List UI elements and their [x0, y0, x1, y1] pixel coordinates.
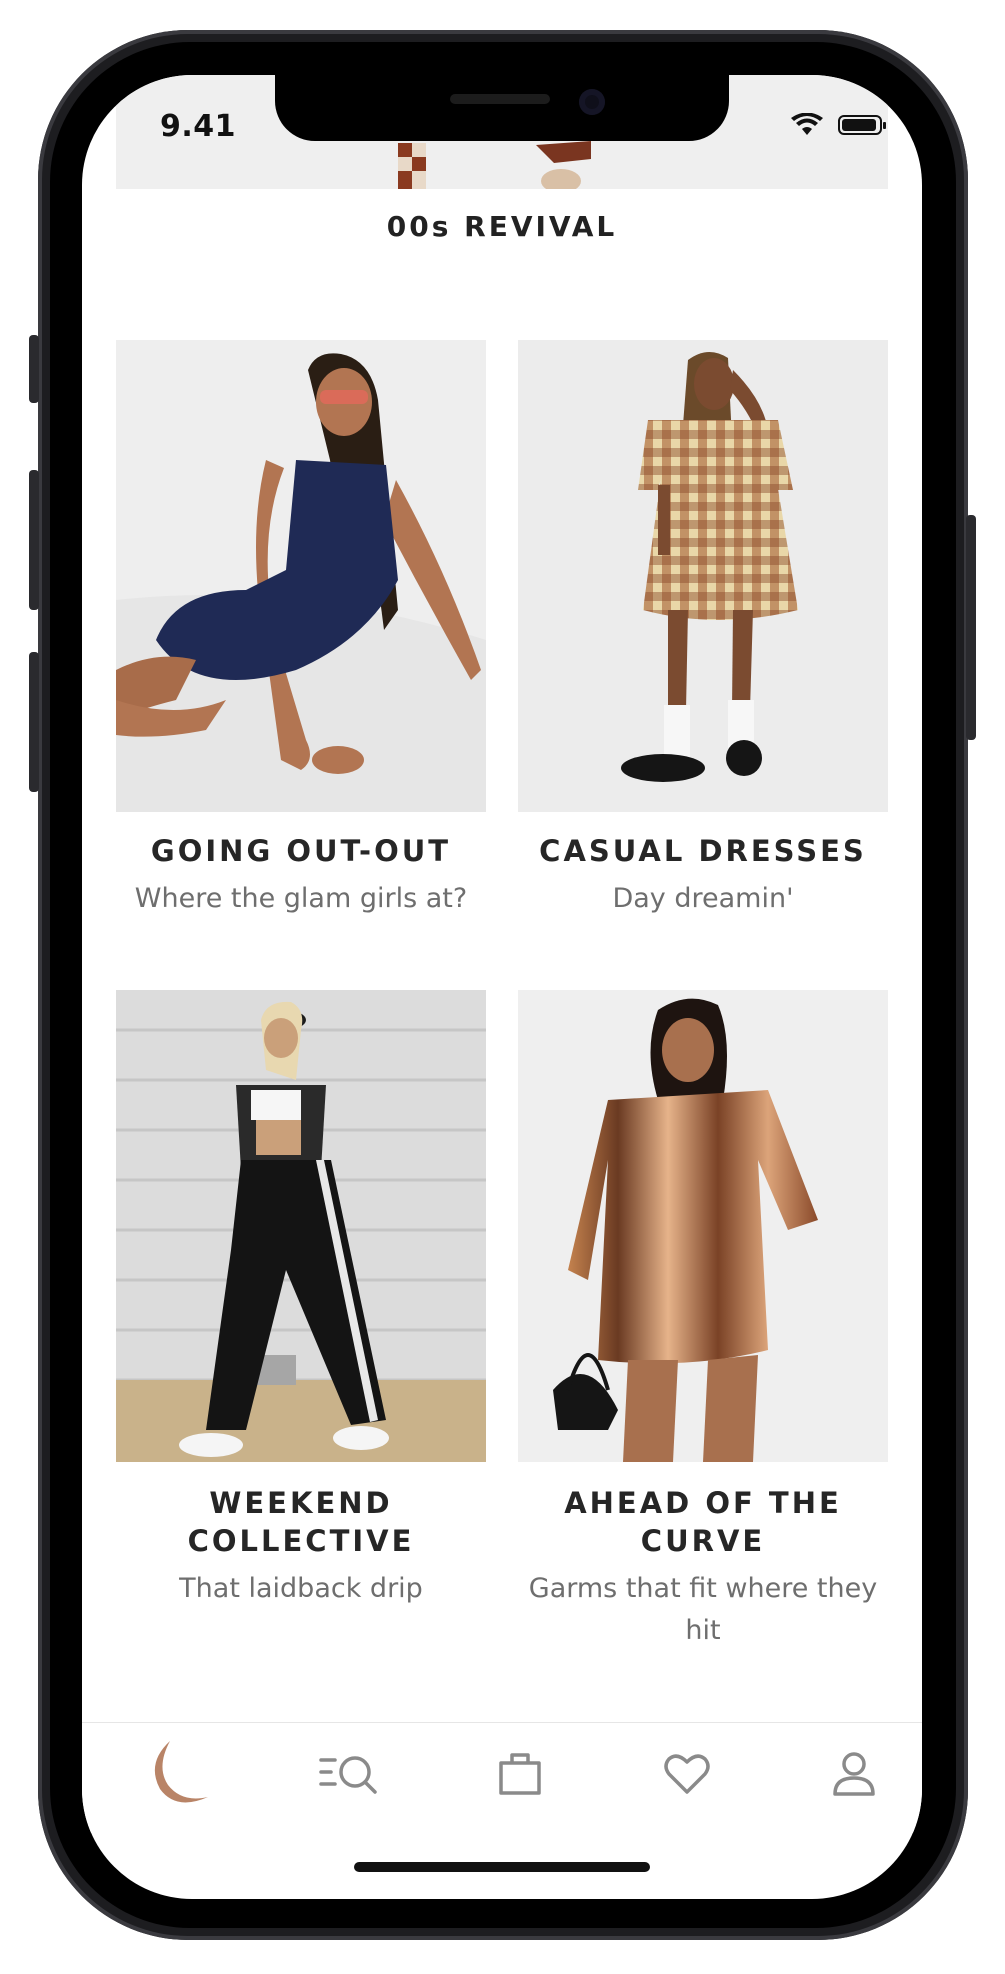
speaker-grille — [450, 94, 550, 104]
section-title: 00s REVIVAL — [386, 210, 618, 243]
category-card-ahead-of-the-curve[interactable]: AHEAD OF THE CURVE Garms that fit where … — [518, 990, 888, 1652]
power-button — [966, 515, 976, 740]
card-title: GOING OUT-OUT — [150, 834, 452, 868]
silent-switch — [29, 335, 39, 403]
tab-home[interactable] — [132, 1733, 232, 1813]
bag-icon — [499, 1753, 541, 1795]
home-indicator[interactable] — [354, 1862, 650, 1872]
volume-up-button — [29, 470, 39, 610]
tab-bag[interactable] — [470, 1733, 570, 1813]
tab-account[interactable] — [804, 1733, 904, 1813]
tab-saved[interactable] — [637, 1733, 737, 1813]
product-image — [116, 990, 486, 1462]
category-card-casual-dresses[interactable]: CASUAL DRESSES Day dreamin' — [518, 340, 888, 920]
app-screen: 00s REVIVAL GOING OUT-OUT Where the glam… — [82, 75, 922, 1899]
battery-icon — [838, 115, 886, 135]
category-card-weekend-collective[interactable]: WEEKEND COLLECTIVE That laidback drip — [116, 990, 486, 1610]
tab-search[interactable] — [302, 1733, 402, 1813]
front-camera — [579, 89, 605, 115]
card-subtitle: Day dreamin' — [612, 883, 794, 914]
category-card-going-out[interactable]: GOING OUT-OUT Where the glam girls at? — [116, 340, 486, 920]
heart-icon — [664, 1754, 710, 1794]
product-image — [116, 340, 486, 812]
banner-photo — [386, 139, 626, 189]
home-moon-icon — [154, 1741, 208, 1803]
device-notch — [275, 75, 729, 141]
search-icon — [319, 1756, 377, 1794]
status-time: 9.41 — [160, 109, 237, 144]
card-title: AHEAD OF THE CURVE — [564, 1486, 842, 1558]
product-image — [518, 340, 888, 812]
account-icon — [833, 1752, 875, 1796]
card-title: WEEKEND COLLECTIVE — [187, 1486, 415, 1558]
card-subtitle: That laidback drip — [179, 1573, 423, 1604]
bottom-tab-bar — [82, 1722, 922, 1833]
status-icons — [790, 113, 886, 137]
volume-down-button — [29, 652, 39, 792]
product-image — [518, 990, 888, 1462]
wifi-icon — [791, 113, 823, 135]
card-title: CASUAL DRESSES — [539, 834, 867, 868]
card-subtitle: Where the glam girls at? — [134, 883, 468, 914]
card-subtitle: Garms that fit where they hit — [528, 1573, 878, 1646]
